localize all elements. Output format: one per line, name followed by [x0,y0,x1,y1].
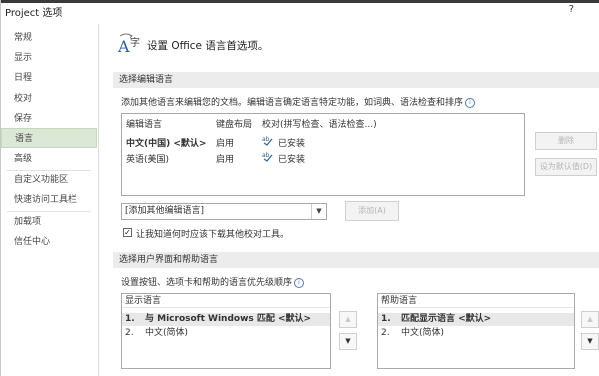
project-options-dialog: Project 选项 ? 常规 显示 日程 校对 保存 语言 高级 自定义功能区… [0,0,599,376]
editing-language-name[interactable]: 中文(中国) <默认> [126,136,206,149]
language-panel: A 字 设置 Office 语言首选项。 选择编辑语言 添加其他语言来编辑您的文… [99,24,599,376]
item-number: 2. [125,328,134,338]
display-language-item[interactable]: 1. 与 Microsoft Windows 匹配 <默认> [122,313,330,326]
item-label: 与 Microsoft Windows 匹配 <默认> [145,314,312,324]
options-sidebar: 常规 显示 日程 校对 保存 语言 高级 自定义功能区 快速访问工具栏 加载项 … [1,24,99,376]
page-heading: 设置 Office 语言首选项。 [147,40,269,52]
help-language-list[interactable]: 帮助语言 1. 匹配显示语言 <默认> 2. 中文(简体) [377,293,575,369]
help-language-header: 帮助语言 [378,294,574,308]
sidebar-item-schedule[interactable]: 日程 [1,68,97,88]
sidebar-item-trust-center[interactable]: 信任中心 [1,232,97,252]
proofing-status: 已安装 [278,155,306,165]
editing-language-description-text: 添加其他语言来编辑您的文档。编辑语言确定语言特定功能，如词典、语法检查和排序 [121,98,464,108]
sidebar-item-general[interactable]: 常规 [1,28,97,48]
editing-language-name[interactable]: 英语(美国) [126,152,169,165]
help-language-item[interactable]: 1. 匹配显示语言 <默认> [378,313,574,326]
help-language-item[interactable]: 2. 中文(简体) [378,327,574,340]
item-number: 1. [125,314,135,324]
ui-language-section-title: 选择用户界面和帮助语言 [113,252,599,268]
svg-text:字: 字 [130,36,140,49]
column-header-keyboard-layout: 键盘布局 [216,120,253,130]
help-move-up-button[interactable]: ▲ [581,311,599,328]
column-header-editing-language: 编辑语言 [126,120,163,130]
item-label: 中文(简体) [401,328,445,338]
editing-language-description: 添加其他语言来编辑您的文档。编辑语言确定语言特定功能，如词典、语法检查和排序 i [121,95,476,108]
info-icon[interactable]: i [465,98,476,108]
download-proofing-checkbox[interactable]: ✓ [123,228,132,237]
column-header-proofing: 校对(拼写检查、语法检查...) [262,120,377,130]
editing-language-list[interactable]: 编辑语言 键盘布局 校对(拼写检查、语法检查...) 中文(中国) <默认> 启… [121,113,525,196]
display-move-up-button[interactable]: ▲ [339,311,357,328]
editing-language-section-title: 选择编辑语言 [113,72,599,88]
sidebar-item-customize-ribbon[interactable]: 自定义功能区 [1,170,97,190]
sidebar-item-proofing[interactable]: 校对 [1,89,97,109]
sidebar-item-add-ins[interactable]: 加载项 [1,212,97,232]
sidebar-item-display[interactable]: 显示 [1,48,97,68]
item-label: 中文(简体) [145,328,189,338]
sidebar-item-advanced[interactable]: 高级 [1,149,97,169]
set-default-button[interactable]: 设为默认值(D) [535,158,597,176]
remove-language-button[interactable]: 删除 [535,132,597,150]
add-language-select[interactable]: [添加其他编辑语言] ▼ [121,203,327,220]
svg-text:ab: ab [262,152,270,159]
chevron-down-icon[interactable]: ▼ [311,204,326,219]
sidebar-item-language[interactable]: 语言 [1,128,97,148]
ui-language-description-text: 设置按钮、选项卡和帮助的语言优先级顺序 [121,278,293,288]
display-language-list[interactable]: 显示语言 1. 与 Microsoft Windows 匹配 <默认> 2. 中文(… [121,293,331,369]
info-icon[interactable]: i [294,278,305,288]
language-icon: A 字 [117,33,140,56]
proofing-status: 已安装 [278,139,306,149]
spell-check-icon: ab [262,136,273,146]
add-language-button[interactable]: 添加(A) [345,201,399,221]
sidebar-item-quick-access-toolbar[interactable]: 快速访问工具栏 [1,190,97,210]
sidebar-item-save[interactable]: 保存 [1,109,97,129]
svg-text:A: A [117,37,130,56]
help-move-down-button[interactable]: ▼ [581,333,599,350]
window-title: Project 选项 [5,8,63,19]
spell-check-icon: ab [262,152,273,162]
download-proofing-label: 让我知道何时应该下载其他校对工具。 [136,230,290,240]
display-move-down-button[interactable]: ▼ [339,333,357,350]
ui-language-description: 设置按钮、选项卡和帮助的语言优先级顺序 i [121,275,305,288]
add-language-select-value: [添加其他编辑语言] [125,206,205,216]
display-language-header: 显示语言 [122,294,330,308]
display-language-item[interactable]: 2. 中文(简体) [122,327,330,340]
help-button[interactable]: ? [569,4,574,15]
keyboard-layout-status: 启用 [216,155,235,165]
title-bar: Project 选项 ? [1,0,599,19]
item-number: 1. [381,314,391,324]
item-label: 匹配显示语言 <默认> [401,314,492,324]
svg-text:ab: ab [262,136,270,143]
item-number: 2. [381,328,390,338]
keyboard-layout-status: 启用 [216,139,235,149]
